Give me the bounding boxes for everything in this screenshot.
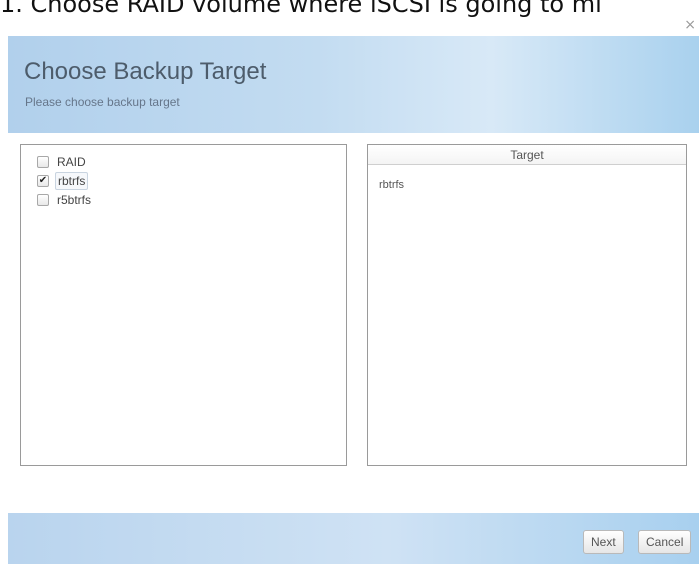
dialog-header: Choose Backup Target Please choose backu… [8, 36, 699, 133]
check-icon[interactable]: ✔ [37, 175, 49, 187]
target-panel: Target rbtrfs [367, 144, 687, 466]
close-icon[interactable]: × [684, 17, 696, 33]
dialog-title: Choose Backup Target [24, 58, 267, 85]
checkbox-icon[interactable] [37, 156, 49, 168]
tree-item-label: rbtrfs [55, 172, 89, 190]
tree-item-label: r5btrfs [57, 193, 92, 207]
target-column-header: Target [368, 145, 686, 165]
tree-item-label: RAID [57, 155, 86, 169]
target-list-item[interactable]: rbtrfs [379, 179, 404, 191]
checkbox-icon[interactable] [37, 194, 49, 206]
choose-backup-target-dialog: × Choose Backup Target Please choose bac… [8, 17, 699, 564]
tree-item-raid[interactable]: RAID [37, 153, 88, 171]
cancel-button[interactable]: Cancel [638, 530, 692, 554]
tree-item-r5btrfs[interactable]: r5btrfs [37, 191, 93, 209]
dialog-subtitle: Please choose backup target [25, 95, 180, 109]
dialog-footer: Next Cancel [8, 513, 699, 564]
volume-tree-panel: RAID ✔ rbtrfs r5btrfs [20, 144, 347, 466]
next-button[interactable]: Next [583, 530, 624, 554]
tree-item-rbtrfs[interactable]: ✔ rbtrfs [37, 172, 89, 190]
